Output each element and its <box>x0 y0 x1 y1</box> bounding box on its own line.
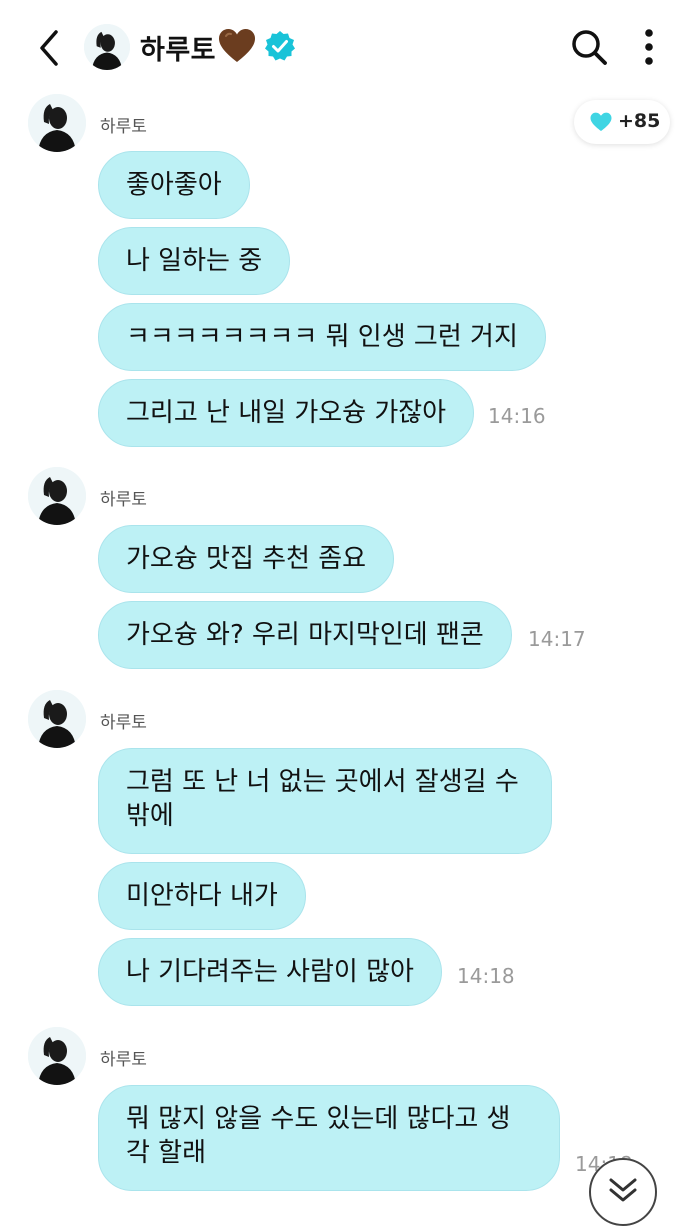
message-timestamp: 14:17 <box>528 627 586 651</box>
more-options-button[interactable] <box>634 24 664 70</box>
profile-photo <box>28 690 86 748</box>
chat-title: 하루토 <box>140 35 217 66</box>
sender-avatar[interactable] <box>28 467 86 525</box>
message-bubble[interactable]: 그리고 난 내일 가오슝 가잖아 <box>98 379 475 447</box>
sender-name: 하루토 <box>100 490 147 510</box>
message-bubble[interactable]: 그럼 또 난 너 없는 곳에서 잘생길 수 밖에 <box>98 748 552 854</box>
more-vertical-icon <box>645 29 653 65</box>
message-bubble[interactable]: 가오슝 와? 우리 마지막인데 팬콘 <box>98 601 512 669</box>
chat-header: 하루토 <box>0 0 688 94</box>
brown-heart-icon <box>219 29 255 62</box>
heart-counter-badge[interactable]: +85 <box>574 100 670 144</box>
chevron-left-icon <box>40 30 58 66</box>
sender-avatar[interactable] <box>28 1027 86 1085</box>
profile-photo <box>28 1027 86 1085</box>
sender-name: 하루토 <box>100 117 147 137</box>
double-chevron-down-icon <box>609 1178 637 1202</box>
sender-avatar[interactable] <box>28 690 86 748</box>
message-bubble[interactable]: 나 기다려주는 사람이 많아 <box>98 938 442 1006</box>
scroll-to-bottom-button[interactable] <box>589 1158 657 1226</box>
message-bubble[interactable]: 좋아좋아 <box>98 151 250 219</box>
message-timestamp: 14:16 <box>488 404 546 428</box>
back-button[interactable] <box>30 26 70 70</box>
message-bubble[interactable]: 나 일하는 중 <box>98 227 291 295</box>
search-button[interactable] <box>568 26 610 68</box>
sender-name: 하루토 <box>100 713 147 733</box>
sender-avatar[interactable] <box>28 94 86 152</box>
profile-photo <box>28 467 86 525</box>
message-bubble[interactable]: 뭐 많지 않을 수도 있는데 많다고 생각 할래 <box>98 1085 560 1191</box>
message-bubble[interactable]: ㅋㅋㅋㅋㅋㅋㅋㅋ 뭐 인생 그런 거지 <box>98 303 546 371</box>
message-bubble[interactable]: 미안하다 내가 <box>98 862 306 930</box>
profile-photo <box>28 94 86 152</box>
message-timestamp: 14:18 <box>457 964 515 988</box>
verified-badge-icon <box>265 31 295 61</box>
search-icon <box>572 30 607 65</box>
header-avatar[interactable] <box>84 24 130 70</box>
heart-icon <box>590 112 612 131</box>
heart-count: +85 <box>618 110 661 132</box>
profile-photo <box>84 24 130 70</box>
message-bubble[interactable]: 가오슝 맛집 추천 좀요 <box>98 525 395 593</box>
sender-name: 하루토 <box>100 1050 147 1070</box>
